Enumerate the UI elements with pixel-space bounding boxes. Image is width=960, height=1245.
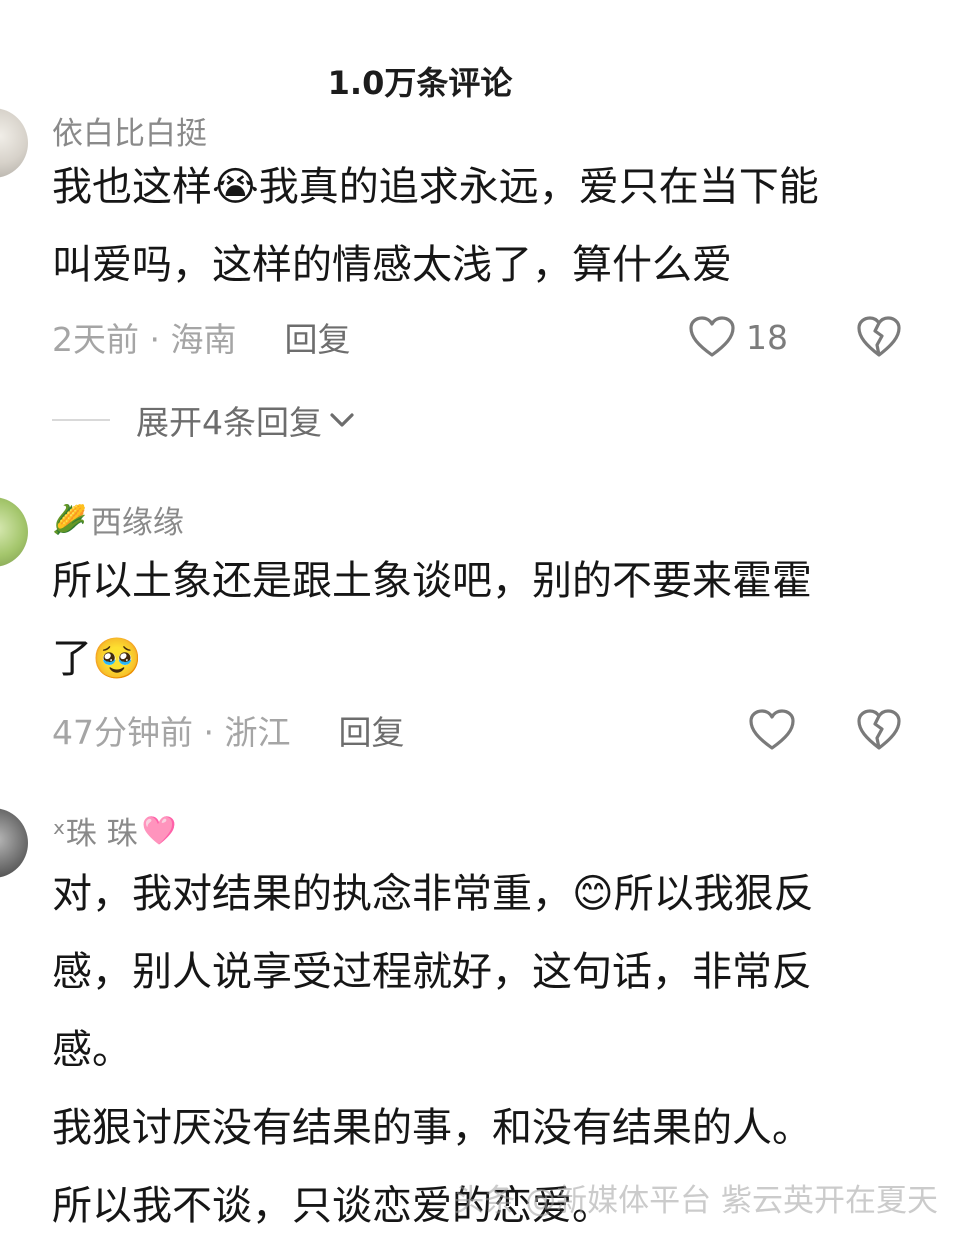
heart-outline-icon	[748, 708, 796, 752]
comment-line: 感，别人说享受过程就好，这句话，非常反	[52, 949, 812, 995]
like-button[interactable]	[748, 708, 796, 752]
like-count: 18	[746, 317, 788, 357]
username-text: ˣ珠 珠	[52, 816, 138, 852]
divider-line	[52, 419, 110, 421]
username-text: 依白比白挺	[52, 116, 207, 152]
timestamp-location: 2天前 · 海南	[52, 320, 237, 359]
username-emoji: 🌽	[52, 502, 87, 536]
comment-line: 我也这样😭我真的追求永远，爱只在当下能	[52, 164, 819, 210]
heart-outline-icon	[688, 315, 736, 359]
username-emoji: 🩷	[141, 813, 177, 847]
username[interactable]: 🌽 西缘缘	[52, 497, 184, 542]
dislike-button[interactable]	[856, 315, 902, 359]
username-text: 西缘缘	[90, 505, 184, 541]
dislike-button[interactable]	[856, 708, 902, 752]
reply-button[interactable]: 回复	[338, 706, 404, 754]
broken-heart-icon	[856, 315, 902, 359]
comment-line: 感。	[52, 1027, 132, 1073]
avatar[interactable]	[0, 497, 28, 567]
comment-meta: 2天前 · 海南 回复 18	[52, 315, 902, 359]
username[interactable]: 依白比白挺	[52, 108, 207, 153]
expand-replies-label: 展开4条回复	[136, 403, 322, 442]
timestamp-location: 47分钟前 · 浙江	[52, 713, 291, 752]
broken-heart-icon	[856, 708, 902, 752]
watermark: 头条 @新媒体平台 紫云英开在夏天	[453, 1183, 938, 1219]
comment-line: 对，我对结果的执念非常重，😊所以我狠反	[52, 871, 814, 917]
comment-meta: 47分钟前 · 浙江 回复	[52, 708, 902, 752]
avatar[interactable]	[0, 108, 28, 178]
username[interactable]: ˣ珠 珠 🩷	[52, 808, 177, 853]
expand-replies-button[interactable]: 展开4条回复	[52, 398, 356, 442]
reply-button[interactable]: 回复	[284, 313, 350, 361]
comment-text: 所以土象还是跟土象谈吧，别的不要来霍霍 了🥹	[52, 542, 912, 698]
comment-line: 所以土象还是跟土象谈吧，别的不要来霍霍	[52, 558, 812, 604]
chevron-down-icon	[328, 410, 356, 430]
comment-line: 叫爱吗，这样的情感太浅了，算什么爱	[52, 242, 732, 288]
comment-line: 我狠讨厌没有结果的事，和没有结果的人。	[52, 1105, 812, 1151]
avatar[interactable]	[0, 808, 28, 878]
comments-count-title: 1.0万条评论	[327, 64, 513, 102]
comment-line: 了🥹	[52, 636, 142, 682]
like-button[interactable]: 18	[688, 315, 796, 359]
comment-text: 我也这样😭我真的追求永远，爱只在当下能 叫爱吗，这样的情感太浅了，算什么爱	[52, 148, 912, 304]
